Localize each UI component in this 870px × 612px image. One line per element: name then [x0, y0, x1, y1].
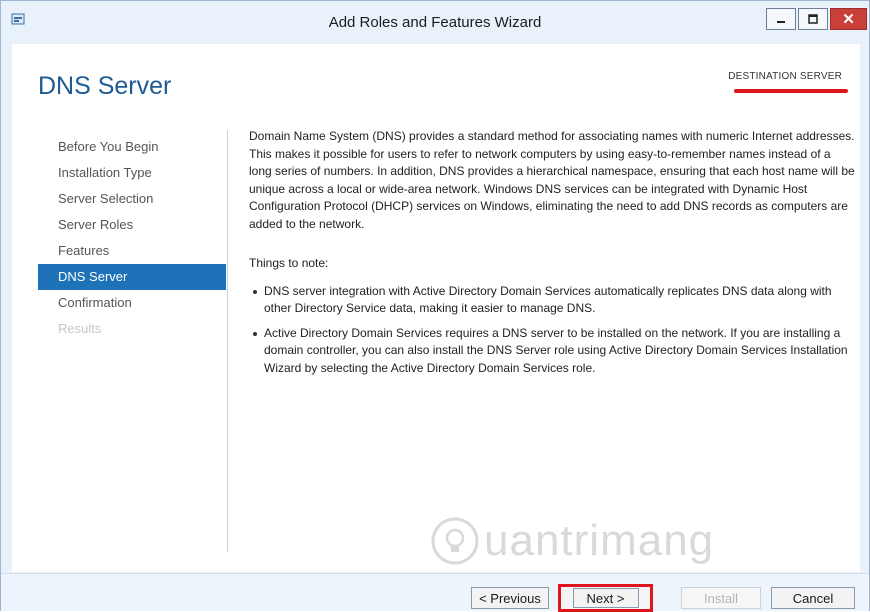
next-button-highlight[interactable]: Next >	[558, 584, 653, 612]
nav-item-results: Results	[58, 321, 102, 336]
main-panel: Domain Name System (DNS) provides a stan…	[249, 128, 855, 384]
lightbulb-logo-icon	[431, 517, 479, 565]
nav-item-installation-type[interactable]: Installation Type	[38, 160, 226, 186]
nav-item-dns-server[interactable]: DNS Server	[38, 264, 226, 290]
title-bar[interactable]: Add Roles and Features Wizard ✕	[1, 1, 869, 41]
red-highlight-underline	[734, 89, 848, 93]
wizard-nav: Before You Begin Installation Type Serve…	[38, 134, 226, 342]
watermark-text: uantrimang	[484, 516, 715, 565]
close-icon: ✕	[842, 11, 855, 28]
wizard-window: Add Roles and Features Wizard ✕ DNS Serv…	[0, 0, 870, 612]
wizard-footer: < Previous Next > Install Cancel	[1, 573, 869, 612]
watermark: uantrimang	[430, 506, 760, 576]
install-button: Install	[681, 587, 761, 609]
maximize-button[interactable]	[798, 8, 828, 30]
nav-item-before-you-begin[interactable]: Before You Begin	[38, 134, 226, 160]
cancel-button[interactable]: Cancel	[771, 587, 855, 609]
nav-item-server-selection[interactable]: Server Selection	[38, 186, 226, 212]
list-item: DNS server integration with Active Direc…	[249, 283, 855, 318]
nav-item-confirmation[interactable]: Confirmation	[38, 290, 226, 316]
window-title: Add Roles and Features Wizard	[328, 14, 542, 31]
page-title: DNS Server	[38, 72, 172, 100]
nav-divider	[227, 130, 228, 552]
list-item: Active Directory Domain Services require…	[249, 325, 855, 378]
wizard-content: DNS Server DESTINATION SERVER Before You…	[12, 44, 860, 572]
nav-item-features[interactable]: Features	[38, 238, 226, 264]
notes-list: DNS server integration with Active Direc…	[249, 283, 855, 378]
close-button[interactable]: ✕	[830, 8, 867, 30]
nav-item-server-roles[interactable]: Server Roles	[38, 212, 226, 238]
minimize-icon	[777, 21, 785, 23]
previous-button[interactable]: < Previous	[471, 587, 549, 609]
notes-title: Things to note:	[249, 256, 329, 270]
destination-server-label: DESTINATION SERVER	[728, 71, 842, 82]
maximize-icon	[808, 14, 818, 24]
intro-text: Domain Name System (DNS) provides a stan…	[249, 129, 855, 231]
next-button[interactable]: Next >	[572, 588, 639, 608]
minimize-button[interactable]	[766, 8, 796, 30]
